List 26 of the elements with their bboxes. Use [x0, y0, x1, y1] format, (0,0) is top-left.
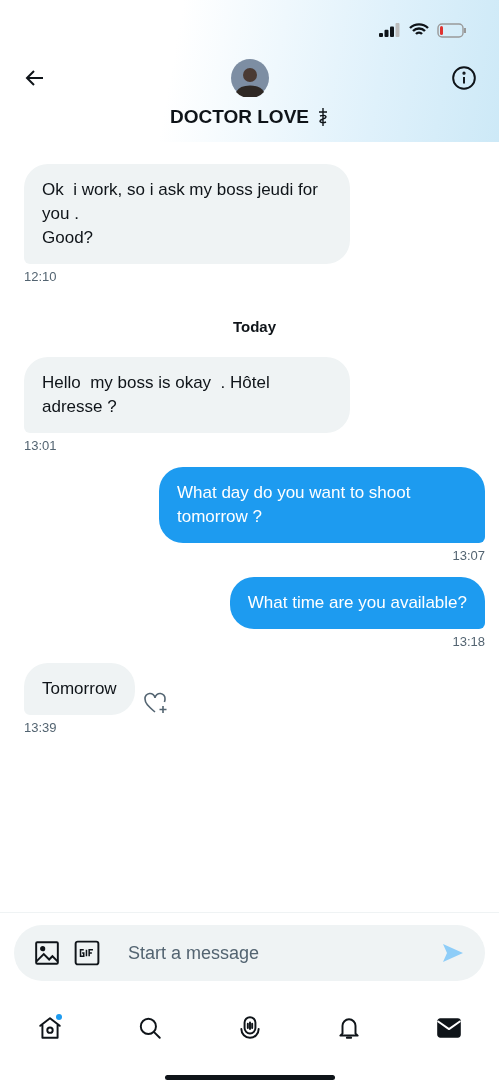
message-bubble: Tomorrow [24, 663, 135, 715]
message-field[interactable]: Start a message [126, 941, 427, 965]
contact-name: DOCTOR LOVE [170, 106, 309, 128]
message-composer[interactable]: Start a message [14, 925, 485, 981]
message-time: 12:10 [24, 269, 57, 284]
envelope-icon [436, 1015, 462, 1041]
message-time: 13:07 [452, 548, 485, 563]
staff-icon [317, 107, 329, 127]
message-time: 13:18 [452, 634, 485, 649]
message-time: 13:39 [24, 720, 57, 735]
wifi-icon [409, 23, 429, 37]
message-bubble: Hello my boss is okay . Hôtel adresse ? [24, 357, 350, 433]
avatar[interactable] [230, 59, 269, 97]
battery-icon [437, 22, 467, 38]
date-separator: Today [231, 318, 278, 335]
message-bubble: What time are you available? [229, 577, 485, 629]
image-icon[interactable] [34, 940, 60, 966]
message-time: 13:01 [24, 438, 57, 453]
message-bubble: What day do you want to shoot tomorrow ? [159, 467, 485, 543]
heart-plus-icon[interactable] [142, 691, 169, 715]
home-icon [37, 1015, 63, 1041]
signal-icon [379, 23, 401, 37]
info-button[interactable] [449, 63, 479, 93]
gif-icon[interactable] [74, 940, 100, 966]
message-bubble: Ok i work, so i ask my boss jeudi for you . Good? [24, 164, 350, 264]
info-icon [451, 65, 477, 91]
